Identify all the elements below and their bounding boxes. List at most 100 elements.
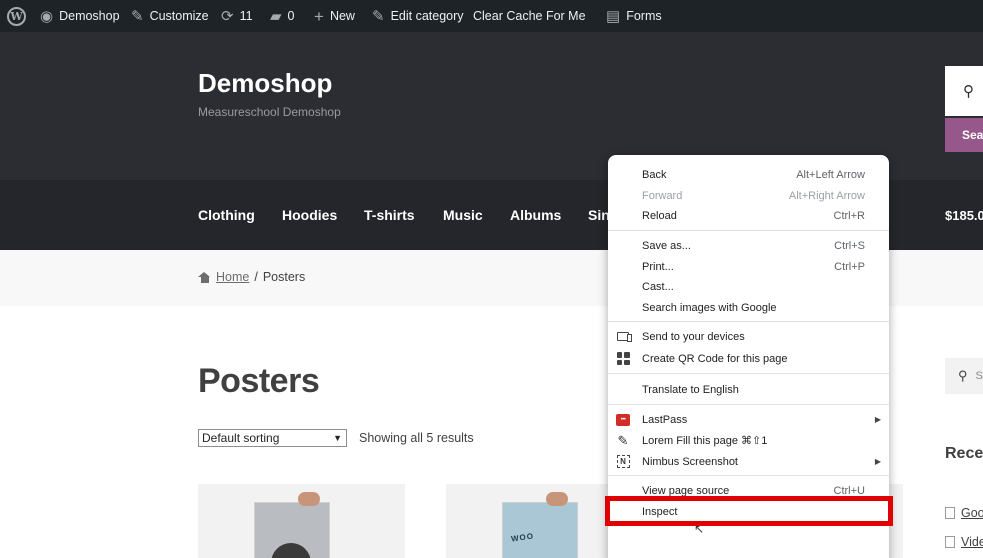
nav-item-singles[interactable]: Sin [588, 180, 610, 250]
breadcrumb: Home / Posters [198, 270, 305, 284]
product-card[interactable] [198, 484, 405, 558]
updates-link[interactable]: ⟳ 11 [221, 0, 253, 32]
menu-item-create-qr[interactable]: Create QR Code for this page [608, 348, 889, 369]
recent-post-link[interactable]: Goo [961, 506, 983, 520]
lastpass-icon: ••• [616, 413, 630, 427]
sorting-value: Default sorting [202, 431, 280, 445]
menu-item-label: Nimbus Screenshot [642, 455, 738, 468]
sidebar-search-input[interactable]: ⚲ S [945, 358, 983, 394]
nimbus-icon: N [616, 455, 630, 469]
cart-total[interactable]: $185.0 [945, 180, 983, 250]
dashboard-icon: ◉ [40, 7, 54, 25]
poster-image: WOO [502, 502, 578, 558]
menu-item-label: Back [642, 168, 667, 181]
menu-item-shortcut: Ctrl+P [834, 260, 865, 273]
menu-item-cast[interactable]: Cast... [608, 276, 889, 297]
recent-post-item[interactable]: Goo [945, 506, 983, 520]
admin-bar: W ◉ Demoshop ✎ Customize ⟳ 11 ▰ 0 + New … [0, 0, 983, 32]
header-search-input[interactable]: ⚲ [945, 66, 983, 116]
menu-item-label: Print... [642, 260, 674, 273]
edit-category-link[interactable]: ✎ Edit category [372, 0, 464, 32]
menu-item-save-as[interactable]: Save as... Ctrl+S [608, 235, 889, 256]
breadcrumb-separator: / [254, 270, 258, 284]
nav-item-hoodies[interactable]: Hoodies [282, 180, 337, 250]
customize-label: Customize [149, 9, 209, 23]
breadcrumb-current: Posters [262, 270, 306, 284]
menu-item-back[interactable]: Back Alt+Left Arrow [608, 164, 889, 185]
brush-icon: ✎ [131, 7, 144, 25]
menu-item-label: Search images with Google [642, 301, 777, 314]
nav-item-music[interactable]: Music [443, 180, 483, 250]
pen-icon: ✎ [617, 433, 629, 448]
menu-item-label: Reload [642, 209, 677, 222]
poster-figure [271, 543, 311, 558]
menu-item-shortcut: Ctrl+R [833, 209, 865, 222]
forms-label: Forms [626, 9, 662, 23]
header-search-button[interactable]: Sear [945, 118, 983, 152]
breadcrumb-home-link[interactable]: Home [216, 270, 249, 284]
menu-item-label: Cast... [642, 280, 674, 293]
menu-item-shortcut: Ctrl+U [833, 484, 865, 497]
menu-separator [608, 321, 889, 322]
menu-item-shortcut: Alt+Left Arrow [796, 168, 865, 181]
site-name-label: Demoshop [59, 9, 120, 23]
updates-count: 11 [239, 9, 253, 23]
nav-item-clothing[interactable]: Clothing [198, 180, 255, 250]
inspect-highlight-box [605, 496, 893, 526]
clear-cache-label: Clear Cache For Me [473, 9, 586, 23]
document-icon [945, 507, 955, 519]
new-content-link[interactable]: + New [314, 0, 355, 32]
nav-item-tshirts[interactable]: T-shirts [364, 180, 415, 250]
menu-separator [608, 404, 889, 405]
wordpress-icon: W [7, 6, 26, 26]
site-title[interactable]: Demoshop [198, 68, 332, 99]
menu-item-search-images[interactable]: Search images with Google [608, 297, 889, 318]
menu-item-label: LastPass [642, 413, 688, 426]
hand-image [298, 492, 320, 506]
site-description: Measureschool Demoshop [198, 105, 341, 119]
menu-item-label: Forward [642, 189, 683, 202]
comments-count: 0 [287, 9, 295, 23]
poster-text-graphic: WOO [510, 531, 535, 544]
result-count: Showing all 5 results [359, 431, 474, 445]
pencil-icon: ✎ [372, 7, 385, 25]
menu-separator [608, 230, 889, 231]
qr-code-icon [616, 352, 630, 366]
menu-item-label: View page source [642, 484, 730, 497]
menu-item-print[interactable]: Print... Ctrl+P [608, 256, 889, 277]
document-icon [945, 536, 955, 548]
site-name-link[interactable]: ◉ Demoshop [40, 0, 120, 32]
menu-item-lorem-fill[interactable]: ✎ Lorem Fill this page ⌘⇧1 [608, 430, 889, 451]
menu-item-label: Lorem Fill this page ⌘⇧1 [642, 435, 768, 447]
submenu-arrow-icon: ▶ [874, 457, 881, 466]
hand-image [546, 492, 568, 506]
menu-item-forward[interactable]: Forward Alt+Right Arrow [608, 185, 889, 206]
menu-item-reload[interactable]: Reload Ctrl+R [608, 205, 889, 226]
sorting-select[interactable]: Default sorting ▼ [198, 429, 347, 447]
menu-item-lastpass[interactable]: ••• LastPass ▶ [608, 409, 889, 430]
menu-item-shortcut: Alt+Right Arrow [788, 189, 865, 202]
menu-item-label: Create QR Code for this page [642, 352, 788, 365]
search-icon: ⚲ [963, 83, 974, 100]
new-label: New [329, 9, 355, 23]
devices-icon [616, 330, 632, 344]
recent-post-item[interactable]: Vide [945, 535, 983, 549]
customize-link[interactable]: ✎ Customize [131, 0, 209, 32]
nav-item-albums[interactable]: Albums [510, 180, 561, 250]
submenu-arrow-icon: ▶ [874, 415, 881, 424]
poster-image [254, 502, 330, 558]
search-icon: ⚲ [958, 368, 968, 383]
edit-category-label: Edit category [390, 9, 464, 23]
wordpress-logo-button[interactable]: W [7, 0, 26, 32]
updates-icon: ⟳ [221, 7, 234, 25]
forms-link[interactable]: ▤ Forms [606, 0, 662, 32]
recent-post-link[interactable]: Vide [961, 535, 983, 549]
comments-link[interactable]: ▰ 0 [270, 0, 295, 32]
menu-item-translate[interactable]: Translate to English [608, 379, 889, 400]
mouse-cursor-icon: ↖ [694, 522, 705, 536]
menu-item-nimbus[interactable]: N Nimbus Screenshot ▶ [608, 451, 889, 472]
chevron-down-icon: ▼ [333, 433, 342, 443]
clear-cache-link[interactable]: Clear Cache For Me [473, 0, 586, 32]
menu-item-send-to-devices[interactable]: Send to your devices [608, 326, 889, 347]
page-title: Posters [198, 362, 320, 400]
